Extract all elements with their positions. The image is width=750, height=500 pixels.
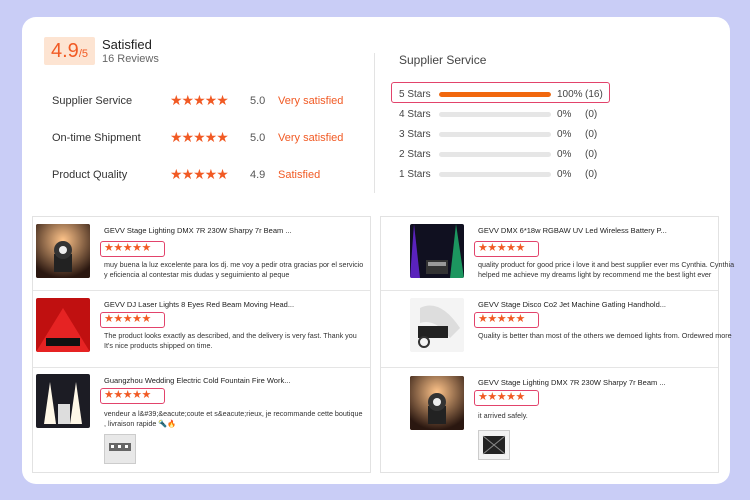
metric-description: Very satisfied [278,132,344,144]
star-icon: ★★★★★ [100,312,165,328]
rating-distribution-row: 4 Stars 0% (0) [399,107,629,123]
section-divider [374,53,375,193]
star-icon: ★★★★★ [100,241,165,257]
rating-distribution-row: 2 Stars 0% (0) [399,147,629,163]
star-level-label: 2 Stars [399,149,431,160]
rating-percent: 0% [557,109,572,120]
rating-distribution-row: 3 Stars 0% (0) [399,127,629,143]
overall-rating-label: Satisfied [102,37,152,52]
product-thumbnail[interactable] [410,298,464,352]
metric-name: On-time Shipment [52,132,141,144]
metric-name: Product Quality [52,169,128,181]
review-product-title[interactable]: Guangzhou Wedding Electric Cold Fountain… [104,376,290,385]
review-text: vendeur a l&#39;&eacute;coute et s&eacut… [104,409,363,428]
star-icon: ★★★★★ [170,92,229,108]
star-level-label: 5 Stars [399,89,431,100]
review-item[interactable]: GEVV Stage Disco Co2 Jet Machine Gatling… [410,298,732,362]
review-product-title[interactable]: GEVV Stage Lighting DMX 7R 230W Sharpy 7… [104,226,292,235]
rating-progress-bar [439,112,551,117]
star-icon: ★★★★★ [474,390,539,406]
star-level-label: 1 Stars [399,169,431,180]
rating-progress-bar [439,132,551,137]
review-text: muy buena la luz excelente para los dj. … [104,260,364,279]
rating-percent: 0% [557,129,572,140]
metric-value: 4.9 [250,169,266,181]
product-thumbnail[interactable] [410,224,464,278]
rating-progress-fill [439,92,551,97]
product-thumbnail[interactable] [36,224,90,278]
row-divider [381,290,718,291]
review-item[interactable]: GEVV Stage Lighting DMX 7R 230W Sharpy 7… [36,224,366,288]
metric-value: 5.0 [250,132,266,144]
supplier-service-title: Supplier Service [399,53,487,67]
review-product-title[interactable]: GEVV Stage Lighting DMX 7R 230W Sharpy 7… [478,378,666,387]
review-text: The product looks exactly as described, … [104,331,357,350]
star-icon: ★★★★★ [474,241,539,257]
review-item[interactable]: GEVV Stage Lighting DMX 7R 230W Sharpy 7… [410,376,715,470]
row-divider [381,367,718,368]
overall-score: 4.9 [51,40,79,62]
rating-distribution-row: 1 Stars 0% (0) [399,167,629,183]
metric-description: Satisfied [278,169,321,181]
metric-supplier-service: Supplier Service ★★★★★ 5.0 Very satisfie… [52,92,382,111]
star-icon: ★★★★★ [170,166,229,182]
product-thumbnail[interactable] [36,298,90,352]
metric-on-time-shipment: On-time Shipment ★★★★★ 5.0 Very satisfie… [52,129,382,148]
overall-score-badge: 4.9/5 [44,37,95,65]
review-item[interactable]: Guangzhou Wedding Electric Cold Fountain… [36,374,366,470]
review-product-title[interactable]: GEVV Stage Disco Co2 Jet Machine Gatling… [478,300,666,309]
metric-description: Very satisfied [278,95,344,107]
rating-progress-bar [439,92,551,97]
review-product-title[interactable]: GEVV DMX 6*18w RGBAW UV Led Wireless Bat… [478,226,667,235]
rating-distribution-row: 5 Stars 100% (16) [399,87,629,103]
review-text: it arrived safely. [478,411,528,420]
rating-percent: 100% [557,89,583,100]
metric-product-quality: Product Quality ★★★★★ 4.9 Satisfied [52,166,382,185]
star-icon: ★★★★★ [170,129,229,145]
star-level-label: 4 Stars [399,109,431,120]
star-icon: ★★★★★ [100,388,165,404]
rating-count: (0) [585,169,598,180]
rating-count: (0) [585,149,598,160]
row-divider [33,367,370,368]
rating-count: (0) [585,129,598,140]
review-photo[interactable] [104,434,136,464]
rating-count: (0) [585,109,598,120]
rating-percent: 0% [557,169,572,180]
review-photo[interactable] [478,430,510,460]
rating-count: (16) [585,89,603,100]
row-divider [33,290,370,291]
product-thumbnail[interactable] [410,376,464,430]
reviews-grid: GEVV Stage Lighting DMX 7R 230W Sharpy 7… [32,216,734,473]
review-product-title[interactable]: GEVV DJ Laser Lights 8 Eyes Red Beam Mov… [104,300,294,309]
review-item[interactable]: GEVV DJ Laser Lights 8 Eyes Red Beam Mov… [36,298,366,362]
metric-value: 5.0 [250,95,266,107]
metric-name: Supplier Service [52,95,133,107]
overall-score-denominator: /5 [78,48,88,60]
review-item[interactable]: GEVV DMX 6*18w RGBAW UV Led Wireless Bat… [410,224,734,288]
star-level-label: 3 Stars [399,129,431,140]
rating-progress-bar [439,152,551,157]
review-count: 16 Reviews [102,53,159,65]
review-summary-card: 4.9/5 Satisfied 16 Reviews Supplier Serv… [22,17,734,484]
star-icon: ★★★★★ [474,312,539,328]
review-text: quality product for good price i love it… [478,260,735,279]
review-text: Quality is better than most of the other… [478,331,732,340]
product-thumbnail[interactable] [36,374,90,428]
rating-percent: 0% [557,149,572,160]
rating-progress-bar [439,172,551,177]
